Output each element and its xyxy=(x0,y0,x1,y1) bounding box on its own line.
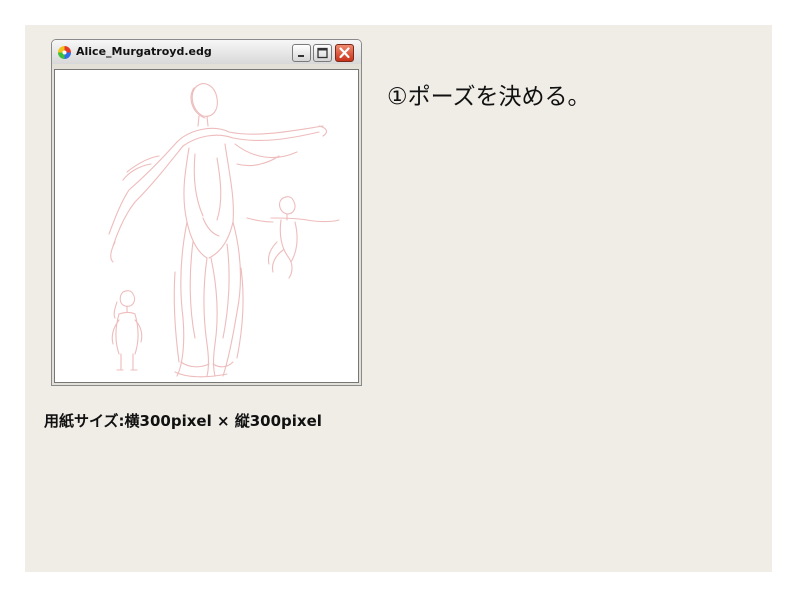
paper-size-caption: 用紙サイズ:横300pixel × 縦300pixel xyxy=(44,412,322,430)
maximize-icon xyxy=(317,47,328,59)
title-bar[interactable]: Alice_Murgatroyd.edg xyxy=(52,40,361,64)
step-heading: ①ポーズを決める。 xyxy=(387,84,591,110)
palette-icon xyxy=(58,46,71,59)
minimize-button[interactable] xyxy=(292,44,311,62)
drawing-window[interactable]: Alice_Murgatroyd.edg xyxy=(51,39,362,386)
slide: Alice_Murgatroyd.edg ①ポーズを決める。 用紙サイズ:横30… xyxy=(25,25,772,572)
minimize-icon xyxy=(298,55,304,57)
canvas-area[interactable] xyxy=(54,69,359,383)
close-button[interactable] xyxy=(335,44,354,62)
close-icon xyxy=(339,47,350,59)
maximize-button[interactable] xyxy=(313,44,332,62)
pose-sketch[interactable] xyxy=(57,72,356,380)
window-title: Alice_Murgatroyd.edg xyxy=(76,45,212,58)
